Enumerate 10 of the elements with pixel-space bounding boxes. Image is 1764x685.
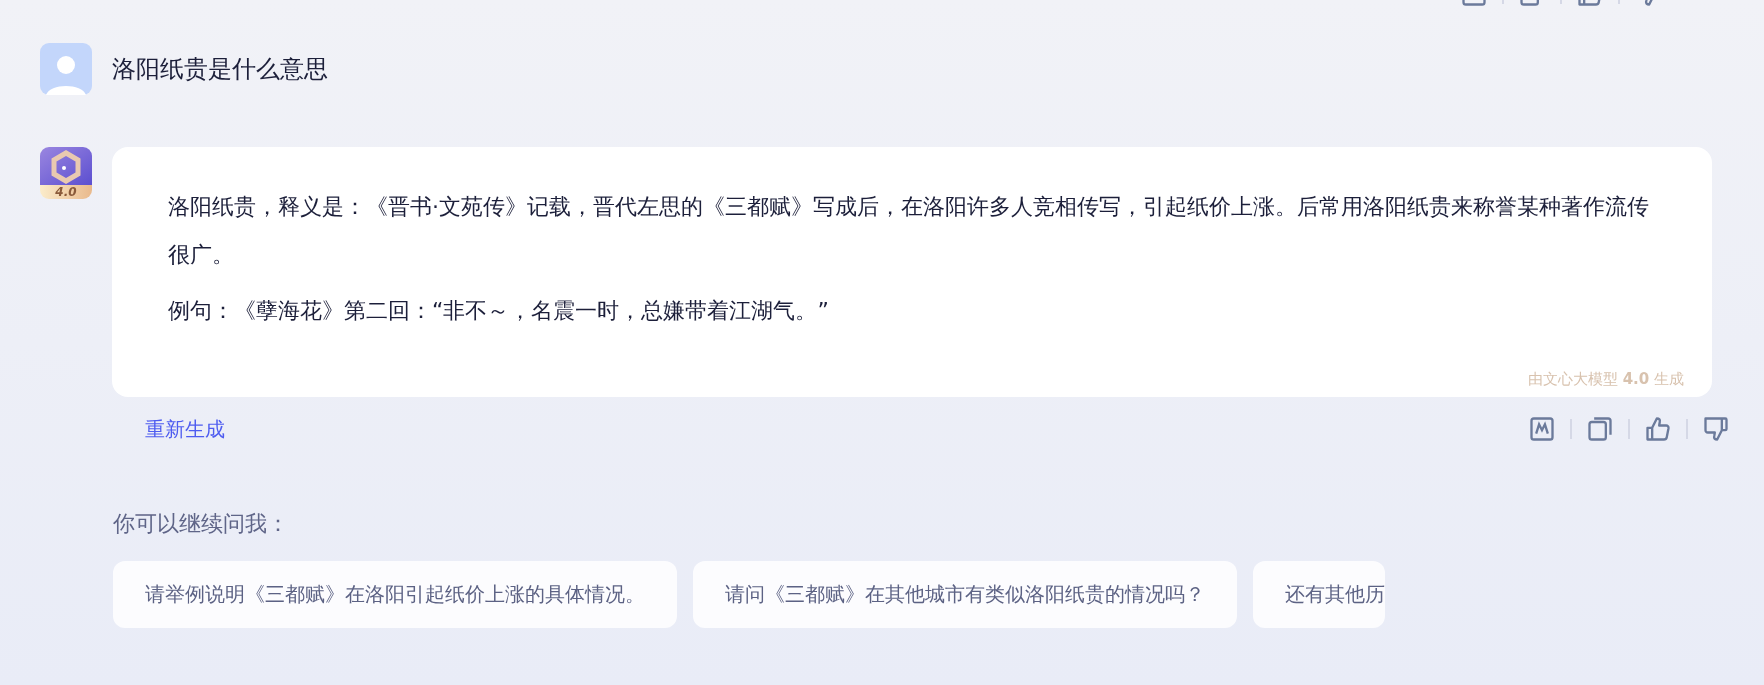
regenerate-link[interactable]: 重新生成 xyxy=(145,415,225,443)
generated-by-note: 由文心大模型 4.0 生成 xyxy=(1527,370,1684,389)
user-avatar xyxy=(40,43,92,95)
suggestions-heading: 你可以继续问我： xyxy=(113,510,290,538)
suggestion-chip[interactable]: 还有其他历 xyxy=(1253,561,1385,628)
suggestion-chip[interactable]: 请问《三都赋》在其他城市有类似洛阳纸贵的情况吗？ xyxy=(693,561,1237,628)
answer-paragraph: 例句：《孽海花》第二回：“非不～，名震一时，总嫌带着江湖气。” xyxy=(168,297,830,325)
answer-paragraph: 洛阳纸贵，释义是：《晋书·文苑传》记载，晋代左思的《三都赋》写成后，在洛阳许多人竞相传写，引起纸价上涨。后常用洛阳纸贵来称誉某种著作流传很广。 xyxy=(168,193,1650,269)
question-text: 洛阳纸贵是什么意思 xyxy=(112,54,328,85)
suggestion-chip[interactable]: 请举例说明《三都赋》在洛阳引起纸价上涨的具体情况。 xyxy=(113,561,677,628)
